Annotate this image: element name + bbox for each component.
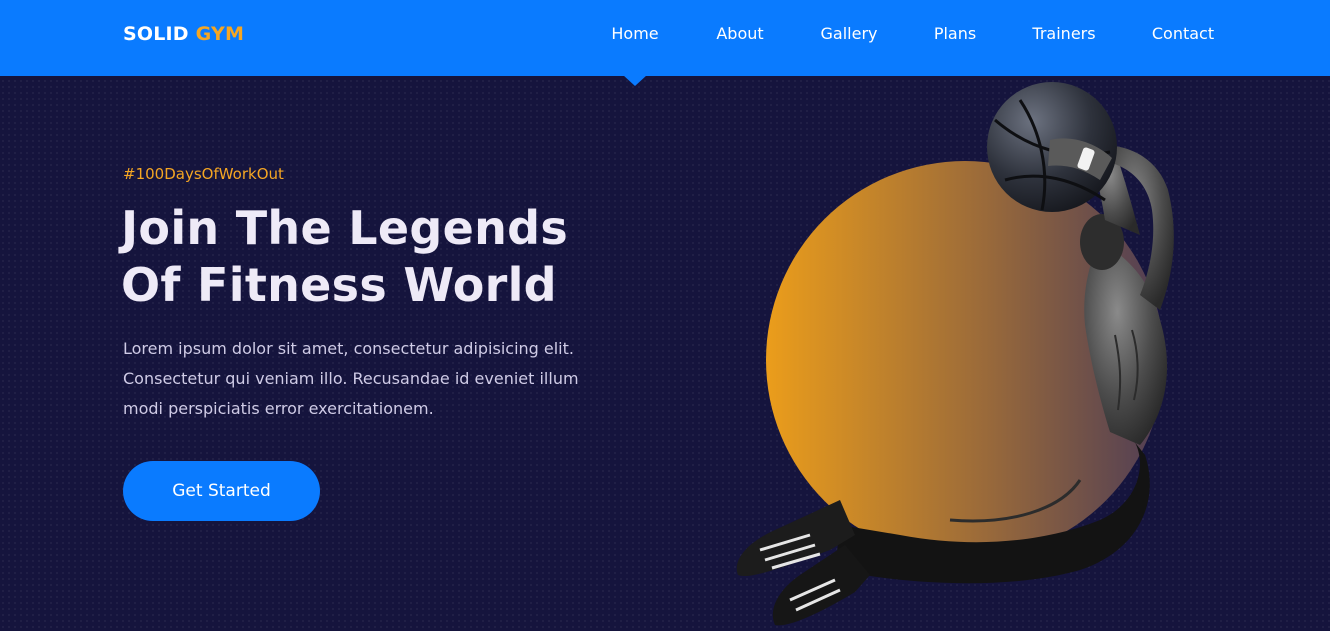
hero-title: Join The Legends Of Fitness World: [121, 200, 681, 314]
hero-description-line1: Lorem ipsum dolor sit amet, consectetur …: [123, 339, 574, 358]
active-nav-indicator: [623, 75, 647, 86]
medicine-ball: [987, 82, 1117, 212]
hero-title-line1: Join The Legends: [121, 201, 569, 255]
nav-item-home[interactable]: Home: [611, 24, 658, 43]
nav-item-about[interactable]: About: [716, 24, 763, 43]
nav-item-plans[interactable]: Plans: [934, 24, 976, 43]
nav-item-gallery[interactable]: Gallery: [821, 24, 878, 43]
hero-description: Lorem ipsum dolor sit amet, consectetur …: [123, 334, 643, 424]
nav-item-contact[interactable]: Contact: [1152, 24, 1214, 43]
hero-title-line2: Of Fitness World: [121, 258, 557, 312]
site-header: SOLID GYM Home About Gallery Plans Train…: [0, 0, 1330, 76]
hero-description-line3: modi perspiciatis error exercitationem.: [123, 399, 434, 418]
main-nav: Home About Gallery Plans Trainers Contac…: [0, 24, 1330, 48]
hero-image: [736, 82, 1174, 626]
hero-description-line2: Consectetur qui veniam illo. Recusandae …: [123, 369, 579, 388]
get-started-button[interactable]: Get Started: [123, 461, 320, 521]
nav-item-trainers[interactable]: Trainers: [1032, 24, 1095, 43]
hero-hashtag: #100DaysOfWorkOut: [123, 165, 284, 183]
